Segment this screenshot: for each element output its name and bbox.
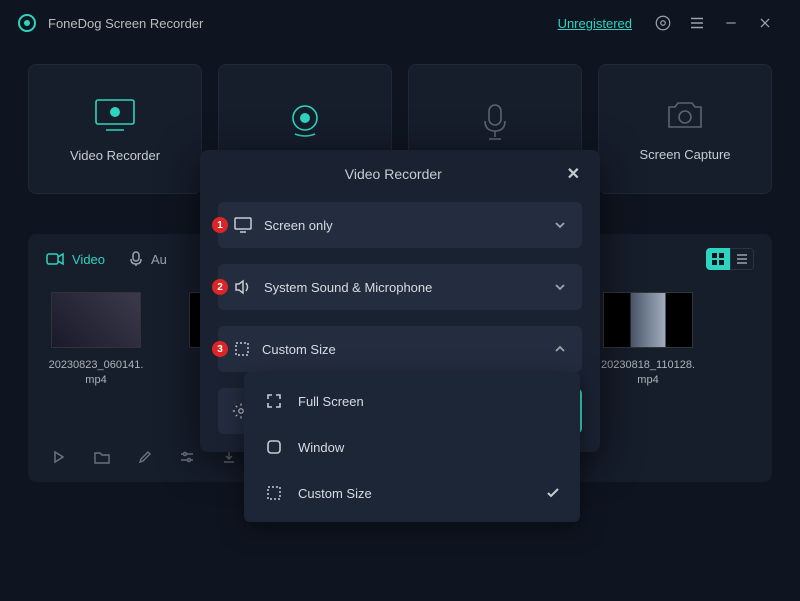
file-name: 20230823_060141.mp4 <box>46 358 146 388</box>
tab-audio[interactable]: Au <box>129 251 167 267</box>
window-icon <box>264 439 284 455</box>
play-icon[interactable] <box>52 450 66 464</box>
sliders-icon[interactable] <box>180 450 194 464</box>
settings-gear-icon[interactable] <box>654 14 672 32</box>
app-title: FoneDog Screen Recorder <box>48 16 558 31</box>
thumbnail <box>603 292 693 348</box>
step-badge: 3 <box>212 341 228 357</box>
chevron-up-icon <box>554 345 566 353</box>
app-logo <box>18 14 36 32</box>
unregistered-link[interactable]: Unregistered <box>558 16 632 31</box>
list-view-button[interactable] <box>730 248 754 270</box>
thumbnail <box>51 292 141 348</box>
minimize-icon[interactable] <box>722 14 740 32</box>
size-dropdown: Full Screen Window Custom Size <box>244 372 580 522</box>
monitor-small-icon <box>234 217 252 233</box>
tab-label: Au <box>151 252 167 267</box>
file-item[interactable]: 20230818_110128.mp4 <box>598 292 698 388</box>
modal-header: Video Recorder ✕ <box>200 150 600 198</box>
option-audio-source[interactable]: 2 System Sound & Microphone <box>218 264 582 310</box>
chevron-down-icon <box>554 221 566 229</box>
check-icon <box>546 487 560 499</box>
camera-icon <box>663 97 707 133</box>
chevron-down-icon <box>554 283 566 291</box>
dropdown-label: Custom Size <box>298 486 372 501</box>
menu-icon[interactable] <box>688 14 706 32</box>
custom-size-icon <box>264 485 284 501</box>
fullscreen-icon <box>264 393 284 409</box>
monitor-icon <box>92 96 138 134</box>
file-name: 20230818_110128.mp4 <box>598 358 698 388</box>
option-label: System Sound & Microphone <box>264 280 554 295</box>
crop-icon <box>234 341 250 357</box>
grid-view-button[interactable] <box>706 248 730 270</box>
tab-video[interactable]: Video <box>46 252 105 267</box>
video-recorder-card[interactable]: Video Recorder <box>28 64 202 194</box>
speaker-icon <box>234 279 252 295</box>
option-screen-source[interactable]: 1 Screen only <box>218 202 582 248</box>
modal-title: Video Recorder <box>220 166 567 182</box>
webcam-icon <box>285 102 325 142</box>
view-toggle <box>706 248 754 270</box>
dropdown-item-window[interactable]: Window <box>244 424 580 470</box>
titlebar: FoneDog Screen Recorder Unregistered <box>0 0 800 46</box>
dropdown-label: Full Screen <box>298 394 364 409</box>
close-button[interactable]: ✕ <box>567 164 580 184</box>
folder-icon[interactable] <box>94 450 110 464</box>
video-camera-icon <box>46 252 64 266</box>
option-label: Screen only <box>264 218 554 233</box>
close-icon[interactable] <box>756 14 774 32</box>
tab-label: Video <box>72 252 105 267</box>
screen-capture-card[interactable]: Screen Capture <box>598 64 772 194</box>
option-capture-size[interactable]: 3 Custom Size <box>218 326 582 372</box>
dropdown-item-custom[interactable]: Custom Size <box>244 470 580 516</box>
file-item[interactable]: 20230823_060141.mp4 <box>46 292 146 388</box>
audio-mic-icon <box>129 251 143 267</box>
edit-icon[interactable] <box>138 450 152 464</box>
card-label: Video Recorder <box>70 148 160 163</box>
dropdown-item-fullscreen[interactable]: Full Screen <box>244 378 580 424</box>
card-label: Screen Capture <box>639 147 730 162</box>
dropdown-label: Window <box>298 440 344 455</box>
microphone-icon <box>477 101 513 143</box>
option-label: Custom Size <box>262 342 554 357</box>
step-badge: 1 <box>212 217 228 233</box>
step-badge: 2 <box>212 279 228 295</box>
